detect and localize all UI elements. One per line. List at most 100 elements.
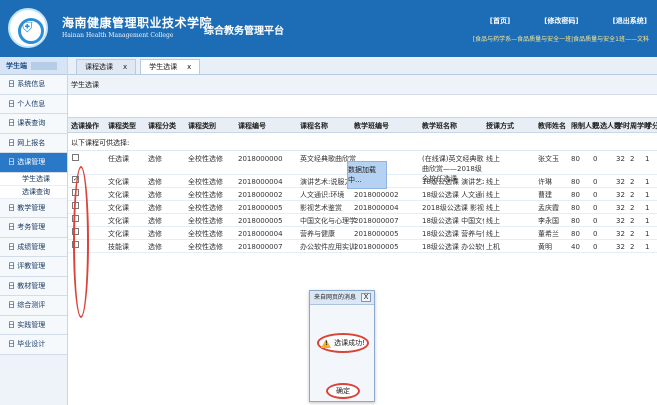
- school-name-cn: 海南健康管理职业技术学院: [62, 16, 213, 30]
- warning-icon: [321, 338, 332, 348]
- table-cell: 曹建: [538, 191, 552, 199]
- table-cell: 18级公选课 办公软件应用实训: [422, 243, 484, 251]
- table-cell: 2018000007: [238, 243, 283, 251]
- loading-tooltip: 数据加载中...: [347, 161, 387, 189]
- table-cell: 线上: [486, 204, 500, 212]
- table-cell: 2018000005: [238, 204, 283, 212]
- sidebar-subitem-selection-query[interactable]: 选课查询: [0, 185, 67, 199]
- close-icon[interactable]: X: [361, 293, 371, 302]
- logout-link[interactable]: [退出系统]: [613, 16, 647, 26]
- close-icon[interactable]: x: [123, 63, 127, 71]
- col-header: 教学班编号: [354, 122, 389, 130]
- school-name-en: Hainan Health Management College: [62, 32, 174, 39]
- table-cell: 文化课: [108, 230, 129, 238]
- table-row[interactable]: 文化课 选修 全校性选修 2018000004 营养与健康 2018000005 18级公选…: [68, 228, 657, 240]
- table-cell: 2018级公选课 影视艺术鉴赏: [422, 204, 484, 212]
- table-cell: 80: [571, 204, 580, 212]
- ok-button[interactable]: 确定: [326, 383, 360, 399]
- row-checkbox[interactable]: [72, 154, 79, 161]
- table-cell: 选修: [148, 243, 162, 251]
- dialog-message: 选课成功!: [317, 333, 369, 353]
- tab-course-selection[interactable]: 课程选课 x: [76, 59, 137, 74]
- table-cell: 18级公选课 人文通识:环境: [422, 191, 484, 199]
- sidebar-item-evaluation[interactable]: 日 评教管理: [0, 257, 67, 277]
- table-row[interactable]: 技能课 选修 全校性选修 2018000007 办公软件应用实训 2018000005 18…: [68, 241, 657, 253]
- table-cell: 董希兰: [538, 230, 559, 238]
- platform-title: 综合教务管理平台: [204, 26, 284, 37]
- header-links: [首页] [修改密码] [退出系统]: [490, 16, 647, 26]
- sidebar-item-textbooks[interactable]: 日 教材管理: [0, 276, 67, 296]
- table-cell: 全校性选修: [188, 191, 223, 199]
- table-cell: 2: [630, 155, 635, 163]
- group-row: 以下课程可供选择:: [68, 135, 657, 151]
- table-cell: 0: [593, 230, 598, 238]
- table-cell: 选修: [148, 217, 162, 225]
- table-cell: 32: [616, 204, 625, 212]
- sidebar-item-exams[interactable]: 日 考务管理: [0, 218, 67, 238]
- table-cell: 技能课: [108, 243, 129, 251]
- table-cell: 线上: [486, 155, 500, 163]
- sidebar-item-online-registration[interactable]: 日 网上报名: [0, 133, 67, 153]
- table-cell: 营养与健康: [300, 230, 335, 238]
- tab-student-selection[interactable]: 学生选课 x: [140, 59, 201, 74]
- close-icon[interactable]: x: [187, 63, 191, 71]
- home-link[interactable]: [首页]: [490, 16, 510, 26]
- sidebar-item-assessment[interactable]: 日 综合测评: [0, 296, 67, 316]
- table-cell: 选修: [148, 155, 162, 163]
- col-header: 授课方式: [486, 122, 514, 130]
- sidebar-item-personal-info[interactable]: 日 个人信息: [0, 94, 67, 114]
- table-cell: 2018000002: [238, 191, 283, 199]
- col-header: 课程分类: [148, 122, 176, 130]
- table-row[interactable]: 文化课 选修 全校性选修 2018000005 中国文化与心理学 2018000007 18…: [68, 215, 657, 227]
- table-row[interactable]: 文化课 选修 全校性选修 2018000002 人文通识:环境 2018000002 18级…: [68, 189, 657, 201]
- annotation-ellipse: [73, 166, 89, 318]
- table-cell: 2018000004: [238, 178, 283, 186]
- sidebar-item-grades[interactable]: 日 成绩管理: [0, 237, 67, 257]
- table-cell: 0: [593, 243, 598, 251]
- table-cell: 全校性选修: [188, 204, 223, 212]
- table-cell: 线上: [486, 191, 500, 199]
- table-cell: 线上: [486, 217, 500, 225]
- table-cell: 32: [616, 217, 625, 225]
- sidebar-item-system-info[interactable]: 日 系统信息: [0, 75, 67, 95]
- table-cell: 人文通识:环境: [300, 191, 345, 199]
- table-cell: 全校性选修: [188, 155, 223, 163]
- table-cell: 文化课: [108, 191, 129, 199]
- table-cell: 2: [630, 178, 635, 186]
- sidebar-item-practice[interactable]: 日 实践管理: [0, 315, 67, 335]
- table-cell: 全校性选修: [188, 217, 223, 225]
- table-cell: 2018000004: [354, 204, 399, 212]
- table-cell: 0: [593, 155, 598, 163]
- table-cell: 80: [571, 191, 580, 199]
- sidebar-item-timetable[interactable]: 日 课表查询: [0, 114, 67, 134]
- table-cell: 文化课: [108, 178, 129, 186]
- table-cell: 张文玉: [538, 155, 559, 163]
- table-cell: 18级公选课 中国文化与心理学: [422, 217, 484, 225]
- user-info-notice: [食品与药学系—食品质量与安全一班|食品质量与安全1班——文科: [472, 36, 649, 43]
- table-row[interactable]: 文化课 选修 全校性选修 2018000005 影视艺术鉴赏 2018000004 2018…: [68, 202, 657, 214]
- sidebar-item-graduation[interactable]: 日 毕业设计: [0, 335, 67, 355]
- table-cell: 2018000002: [354, 191, 399, 199]
- table-cell: 1: [645, 217, 650, 225]
- change-password-link[interactable]: [修改密码]: [544, 16, 578, 26]
- col-header: 学分: [645, 122, 657, 130]
- table-cell: 上机: [486, 243, 500, 251]
- table-cell: 李永国: [538, 217, 559, 225]
- table-cell: 线上: [486, 178, 500, 186]
- table-cell: 32: [616, 230, 625, 238]
- col-header: 课程类型: [108, 122, 136, 130]
- user-name-blurred: [31, 61, 57, 70]
- table-cell: 2018000000: [238, 155, 283, 163]
- table-cell: 全校性选修: [188, 230, 223, 238]
- table-cell: 2018000007: [354, 217, 399, 225]
- col-header: 选课操作: [71, 122, 99, 130]
- sidebar-subitem-student-selection[interactable]: 学生选课: [0, 172, 67, 186]
- sidebar-item-course-selection[interactable]: 日 选课管理: [0, 153, 67, 173]
- table-cell: 80: [571, 230, 580, 238]
- dialog-title-text: 来自网页的消息: [314, 294, 357, 301]
- col-header: 课程编号: [238, 122, 266, 130]
- table-cell: 演讲艺术:说服力: [300, 178, 352, 186]
- sidebar-item-teaching[interactable]: 日 教学管理: [0, 198, 67, 218]
- breadcrumb: 学生选课: [68, 75, 657, 95]
- table-cell: 32: [616, 178, 625, 186]
